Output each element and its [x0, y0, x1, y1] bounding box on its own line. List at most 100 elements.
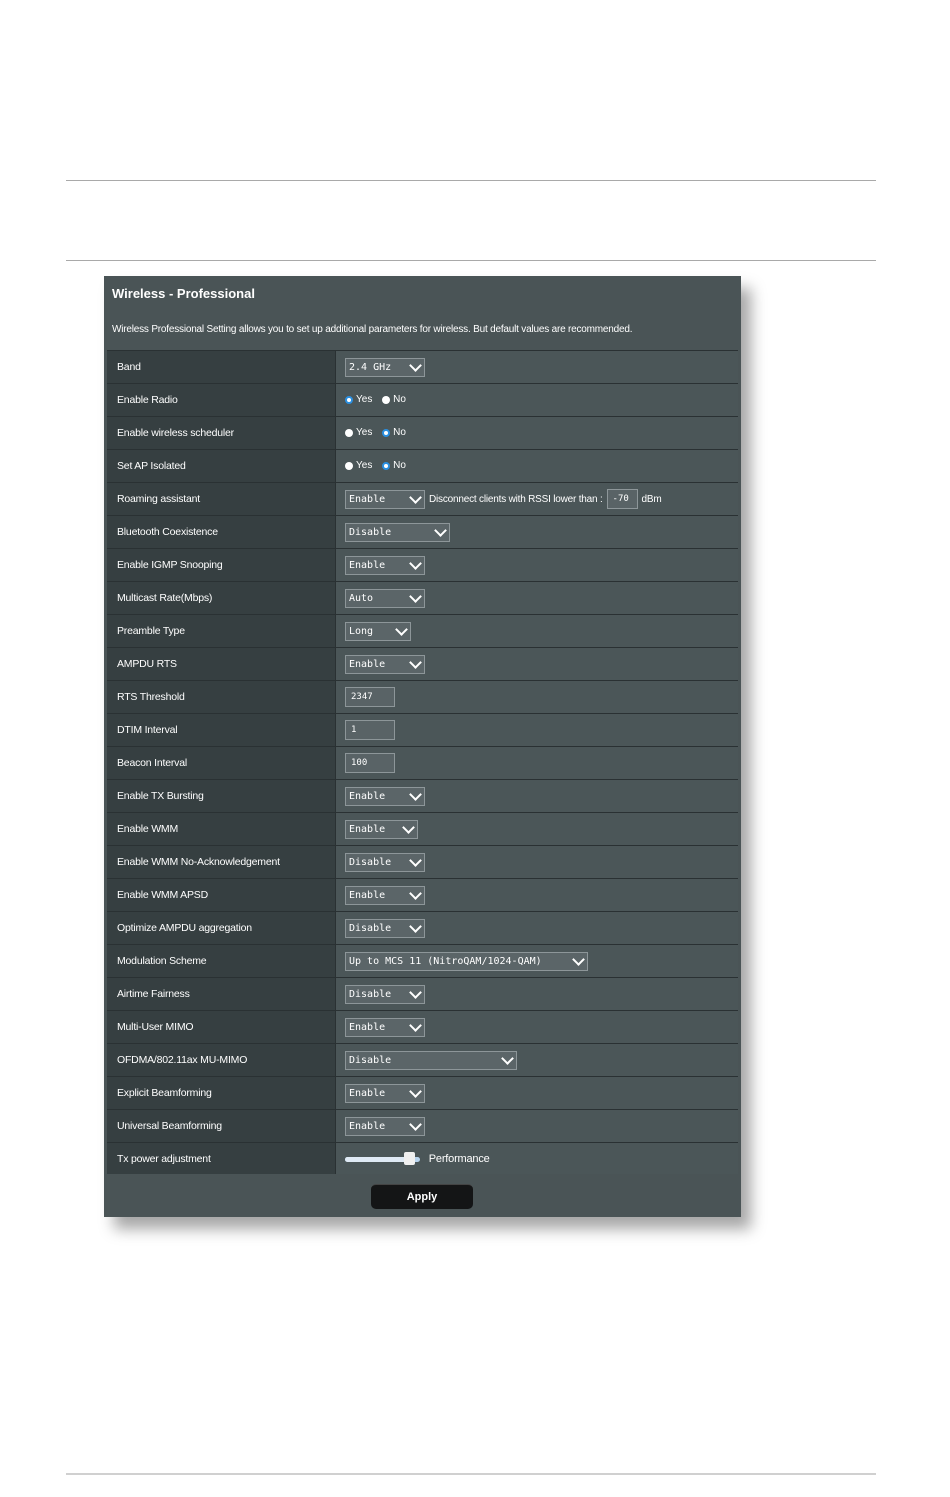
panel-description: Wireless Professional Setting allows you… [112, 324, 633, 335]
scheduler-yes-radio[interactable] [345, 428, 353, 437]
label-ap-isolated: Set AP Isolated [107, 449, 336, 483]
chevron-down-icon [409, 1117, 422, 1131]
row-dtim: DTIM Interval 1 [107, 713, 738, 747]
modulation-select[interactable]: Up to MCS 11 (NitroQAM/1024-QAM) [345, 951, 588, 971]
panel-title: Wireless - Professional [112, 286, 255, 301]
label-preamble: Preamble Type [107, 614, 336, 648]
label-airtime: Airtime Fairness [107, 977, 336, 1011]
label-wmm-noack: Enable WMM No-Acknowledgement [107, 845, 336, 879]
row-ap-isolated: Set AP Isolated Yes No [107, 449, 738, 483]
label-bluetooth: Bluetooth Coexistence [107, 515, 336, 549]
row-modulation: Modulation Scheme Up to MCS 11 (NitroQAM… [107, 944, 738, 978]
airtime-select[interactable]: Disable [345, 984, 425, 1004]
tx-power-slider-fill [345, 1156, 413, 1162]
explicit-bf-select[interactable]: Enable [345, 1083, 425, 1103]
chevron-down-icon [409, 490, 422, 504]
ampdu-rts-select[interactable]: Enable [345, 654, 425, 674]
roaming-description: Disconnect clients with RSSI lower than … [429, 493, 603, 505]
label-enable-radio: Enable Radio [107, 383, 336, 417]
ap-isolated-no-radio[interactable] [382, 461, 391, 470]
tx-power-level: Performance [428, 1153, 490, 1165]
chevron-down-icon [409, 919, 422, 933]
chevron-down-icon [409, 1018, 422, 1032]
top-divider [66, 180, 876, 181]
chevron-down-icon [402, 820, 415, 834]
tx-power-slider[interactable] [345, 1151, 420, 1165]
label-rts-threshold: RTS Threshold [107, 680, 336, 714]
row-wmm: Enable WMM Enable [107, 812, 738, 846]
label-explicit-bf: Explicit Beamforming [107, 1076, 336, 1110]
band-select[interactable]: 2.4 GHz [345, 357, 425, 377]
enable-radio-no-radio[interactable] [382, 395, 391, 404]
row-explicit-bf: Explicit Beamforming Enable [107, 1076, 738, 1110]
chevron-down-icon [409, 358, 422, 372]
apply-bar: Apply [104, 1174, 741, 1217]
roaming-select[interactable]: Enable [345, 489, 425, 509]
chevron-down-icon [501, 1051, 514, 1065]
settings-table: Band 2.4 GHz Enable Radio Yes No Enable … [107, 350, 738, 1176]
chevron-down-icon [572, 952, 585, 966]
row-airtime: Airtime Fairness Disable [107, 977, 738, 1011]
wmm-select[interactable]: Enable [345, 819, 418, 839]
row-rts-threshold: RTS Threshold 2347 [107, 680, 738, 714]
rssi-unit: dBm [641, 493, 662, 505]
chevron-down-icon [409, 853, 422, 867]
label-dtim: DTIM Interval [107, 713, 336, 747]
chevron-down-icon [409, 589, 422, 603]
preamble-select[interactable]: Long [345, 621, 411, 641]
label-beacon: Beacon Interval [107, 746, 336, 780]
label-ampdu-agg: Optimize AMPDU aggregation [107, 911, 336, 945]
apply-button[interactable]: Apply [371, 1184, 473, 1209]
enable-radio-yes-radio[interactable] [345, 395, 353, 404]
label-wmm: Enable WMM [107, 812, 336, 846]
label-mu-mimo: Multi-User MIMO [107, 1010, 336, 1044]
row-multicast: Multicast Rate(Mbps) Auto [107, 581, 738, 615]
chevron-down-icon [409, 886, 422, 900]
row-preamble: Preamble Type Long [107, 614, 738, 648]
row-universal-bf: Universal Beamforming Enable [107, 1109, 738, 1143]
row-tx-power: Tx power adjustment Performance [107, 1142, 738, 1176]
ofdma-select[interactable]: Disable [345, 1050, 517, 1070]
rts-threshold-input[interactable]: 2347 [345, 687, 395, 707]
tx-power-slider-thumb[interactable] [403, 1151, 415, 1165]
label-tx-bursting: Enable TX Bursting [107, 779, 336, 813]
bluetooth-select[interactable]: Disable [345, 522, 450, 542]
label-ofdma: OFDMA/802.11ax MU-MIMO [107, 1043, 336, 1077]
ampdu-agg-select[interactable]: Disable [345, 918, 425, 938]
label-ampdu-rts: AMPDU RTS [107, 647, 336, 681]
wmm-noack-select[interactable]: Disable [345, 852, 425, 872]
multicast-select[interactable]: Auto [345, 588, 425, 608]
chevron-down-icon [409, 556, 422, 570]
chevron-down-icon [409, 1084, 422, 1098]
wireless-professional-panel: Wireless - Professional Wireless Profess… [104, 276, 741, 1217]
row-wmm-noack: Enable WMM No-Acknowledgement Disable [107, 845, 738, 879]
row-tx-bursting: Enable TX Bursting Enable [107, 779, 738, 813]
universal-bf-select[interactable]: Enable [345, 1116, 425, 1136]
label-scheduler: Enable wireless scheduler [107, 416, 336, 450]
row-bluetooth: Bluetooth Coexistence Disable [107, 515, 738, 549]
beacon-input[interactable]: 100 [345, 753, 395, 773]
row-roaming: Roaming assistant Enable Disconnect clien… [107, 482, 738, 516]
row-enable-radio: Enable Radio Yes No [107, 383, 738, 417]
row-mu-mimo: Multi-User MIMO Enable [107, 1010, 738, 1044]
row-wmm-apsd: Enable WMM APSD Enable [107, 878, 738, 912]
label-roaming: Roaming assistant [107, 482, 336, 516]
second-divider [66, 260, 876, 261]
chevron-down-icon [409, 655, 422, 669]
ap-isolated-yes-radio[interactable] [345, 461, 353, 470]
label-modulation: Modulation Scheme [107, 944, 336, 978]
dtim-input[interactable]: 1 [345, 720, 395, 740]
tx-bursting-select[interactable]: Enable [345, 786, 425, 806]
rssi-input[interactable]: -70 [606, 489, 638, 509]
label-tx-power: Tx power adjustment [107, 1142, 336, 1176]
chevron-down-icon [409, 985, 422, 999]
igmp-select[interactable]: Enable [345, 555, 425, 575]
label-band: Band [107, 350, 336, 384]
row-beacon: Beacon Interval 100 [107, 746, 738, 780]
label-universal-bf: Universal Beamforming [107, 1109, 336, 1143]
wmm-apsd-select[interactable]: Enable [345, 885, 425, 905]
row-ofdma: OFDMA/802.11ax MU-MIMO Disable [107, 1043, 738, 1077]
label-igmp: Enable IGMP Snooping [107, 548, 336, 582]
scheduler-no-radio[interactable] [382, 428, 391, 437]
mu-mimo-select[interactable]: Enable [345, 1017, 425, 1037]
